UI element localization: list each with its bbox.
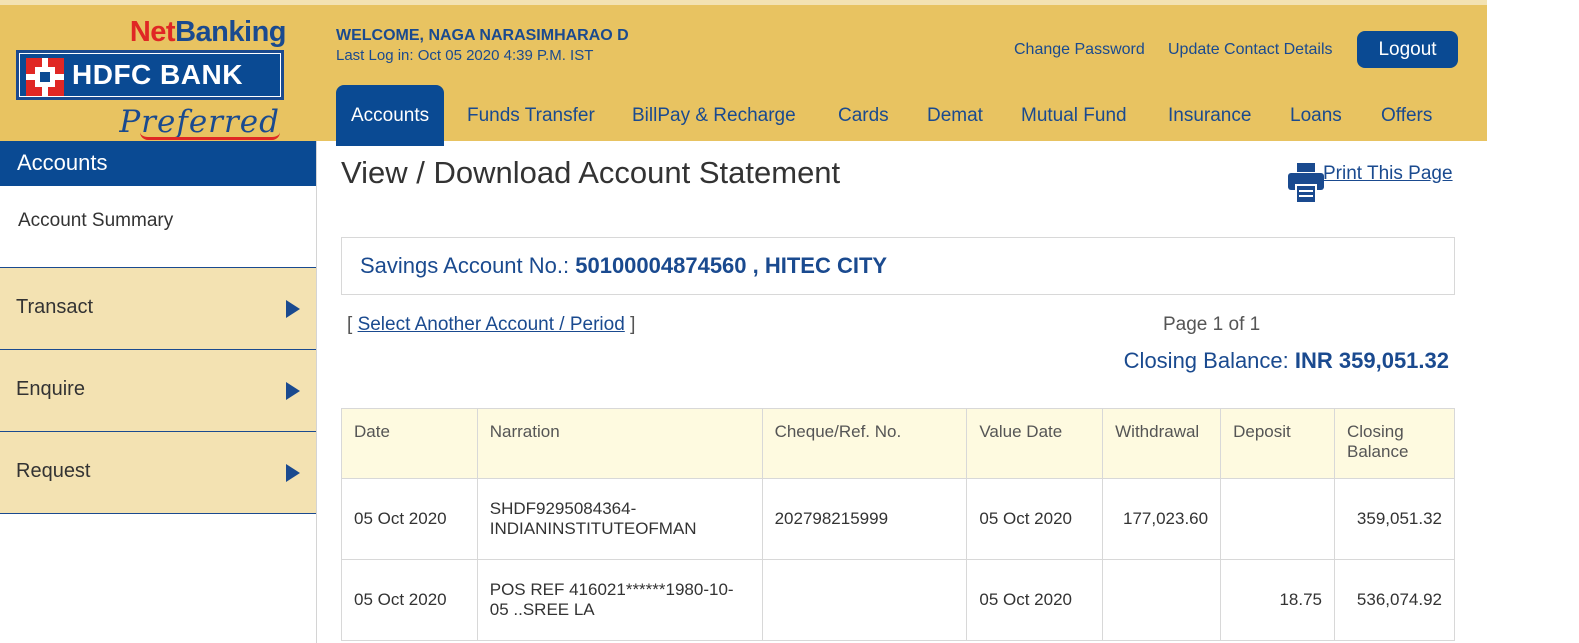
cell-balance: 359,051.32 xyxy=(1333,478,1456,560)
netbanking-net: Net xyxy=(129,16,176,48)
nav-tab-offers[interactable]: Offers xyxy=(1381,85,1432,146)
last-login-text: Last Log in: Oct 05 2020 4:39 P.M. IST xyxy=(336,47,594,64)
sidebar-item-label: Request xyxy=(16,460,91,482)
cell-date: 05 Oct 2020 xyxy=(341,478,478,560)
netbanking-page: NetBanking HDFC BANK Preferred WELCOME, … xyxy=(0,0,1579,643)
nav-tab-accounts[interactable]: Accounts xyxy=(336,85,445,146)
logout-button[interactable]: Logout xyxy=(1357,31,1458,68)
col-date-header: Date xyxy=(341,408,478,479)
triangle-right-icon xyxy=(286,382,300,400)
update-contact-link[interactable]: Update Contact Details xyxy=(1168,41,1333,59)
col-narration-header: Narration xyxy=(476,408,763,479)
table-row: 05 Oct 2020 POS REF 416021******1980-10-… xyxy=(341,559,1456,641)
table-row: 05 Oct 2020 SHDF9295084364-INDIANINSTITU… xyxy=(341,478,1456,560)
netbanking-banking: Banking xyxy=(175,16,286,48)
cell-date: 05 Oct 2020 xyxy=(341,559,478,641)
closing-balance: Closing Balance: INR 359,051.32 xyxy=(1124,348,1449,374)
top-header: NetBanking HDFC BANK Preferred WELCOME, … xyxy=(0,0,1487,146)
bracket-open: [ xyxy=(347,314,358,335)
hdfc-logo[interactable]: NetBanking HDFC BANK Preferred xyxy=(14,16,286,140)
triangle-right-icon xyxy=(286,300,300,318)
change-password-link[interactable]: Change Password xyxy=(1014,41,1145,59)
cell-ref xyxy=(761,559,968,641)
cell-withdrawal: 177,023.60 xyxy=(1102,478,1222,560)
col-balance-header: Closing Balance xyxy=(1333,408,1456,479)
cell-narration: SHDF9295084364-INDIANINSTITUTEOFMAN xyxy=(476,478,763,560)
page-title: View / Download Account Statement xyxy=(341,155,841,190)
statement-table: Date Narration Cheque/Ref. No. Value Dat… xyxy=(341,408,1456,641)
bracket-close: ] xyxy=(624,314,636,335)
hdfc-logo-icon xyxy=(26,58,64,96)
col-value-date-header: Value Date xyxy=(966,408,1104,479)
print-page-link[interactable]: Print This Page xyxy=(1323,163,1453,185)
nav-tab-mutual-fund[interactable]: Mutual Fund xyxy=(1021,85,1127,146)
cell-ref: 202798215999 xyxy=(761,478,968,560)
sidebar-item-transact[interactable]: Transact xyxy=(0,268,316,350)
col-deposit-header: Deposit xyxy=(1220,408,1335,479)
sidebar-item-enquire[interactable]: Enquire xyxy=(0,350,316,432)
col-withdrawal-header: Withdrawal xyxy=(1102,408,1222,479)
sidebar-item-request[interactable]: Request xyxy=(0,432,316,514)
printer-icon[interactable] xyxy=(1288,163,1324,205)
bank-badge-inner: HDFC BANK xyxy=(20,54,280,96)
bank-badge: HDFC BANK xyxy=(16,50,284,100)
nav-tab-funds-transfer[interactable]: Funds Transfer xyxy=(467,85,595,146)
nav-tab-insurance[interactable]: Insurance xyxy=(1168,85,1251,146)
triangle-right-icon xyxy=(286,464,300,482)
sidebar-heading: Accounts xyxy=(0,141,316,186)
sidebar-divider xyxy=(316,141,317,643)
cell-balance: 536,074.92 xyxy=(1333,559,1456,641)
account-info-box: Savings Account No.: 50100004874560 , HI… xyxy=(341,237,1455,295)
cell-narration: POS REF 416021******1980-10-05 ..SREE LA xyxy=(476,559,763,641)
welcome-text: WELCOME, NAGA NARASIMHARAO D xyxy=(336,27,629,44)
cell-value-date: 05 Oct 2020 xyxy=(966,559,1104,641)
cell-deposit: 18.75 xyxy=(1220,559,1335,641)
cell-value-date: 05 Oct 2020 xyxy=(966,478,1104,560)
nav-tab-loans[interactable]: Loans xyxy=(1290,85,1342,146)
nav-tab-demat[interactable]: Demat xyxy=(927,85,983,146)
swoosh-decoration xyxy=(140,132,280,140)
netbanking-wordmark: NetBanking xyxy=(129,16,287,49)
cell-withdrawal xyxy=(1102,559,1222,641)
nav-tab-cards[interactable]: Cards xyxy=(838,85,889,146)
col-ref-header: Cheque/Ref. No. xyxy=(761,408,968,479)
select-account-wrapper: [ Select Another Account / Period ] xyxy=(347,314,635,336)
closing-balance-label: Closing Balance: xyxy=(1123,348,1295,373)
sidebar-item-label: Enquire xyxy=(16,378,85,400)
table-header-row: Date Narration Cheque/Ref. No. Value Dat… xyxy=(341,408,1456,479)
cell-deposit xyxy=(1220,478,1335,560)
sidebar-item-account-summary[interactable]: Account Summary xyxy=(0,186,316,268)
account-number: 50100004874560 , HITEC CITY xyxy=(575,253,888,278)
sidebar-item-label: Transact xyxy=(16,296,94,318)
bank-name: HDFC BANK xyxy=(72,59,243,90)
page-info: Page 1 of 1 xyxy=(1163,314,1261,335)
select-another-account-link[interactable]: Select Another Account / Period xyxy=(358,314,625,335)
nav-tab-billpay[interactable]: BillPay & Recharge xyxy=(632,85,796,146)
sidebar-item-label: Account Summary xyxy=(18,210,174,231)
closing-balance-value: INR 359,051.32 xyxy=(1294,348,1449,373)
account-label: Savings Account No.: xyxy=(360,253,576,278)
